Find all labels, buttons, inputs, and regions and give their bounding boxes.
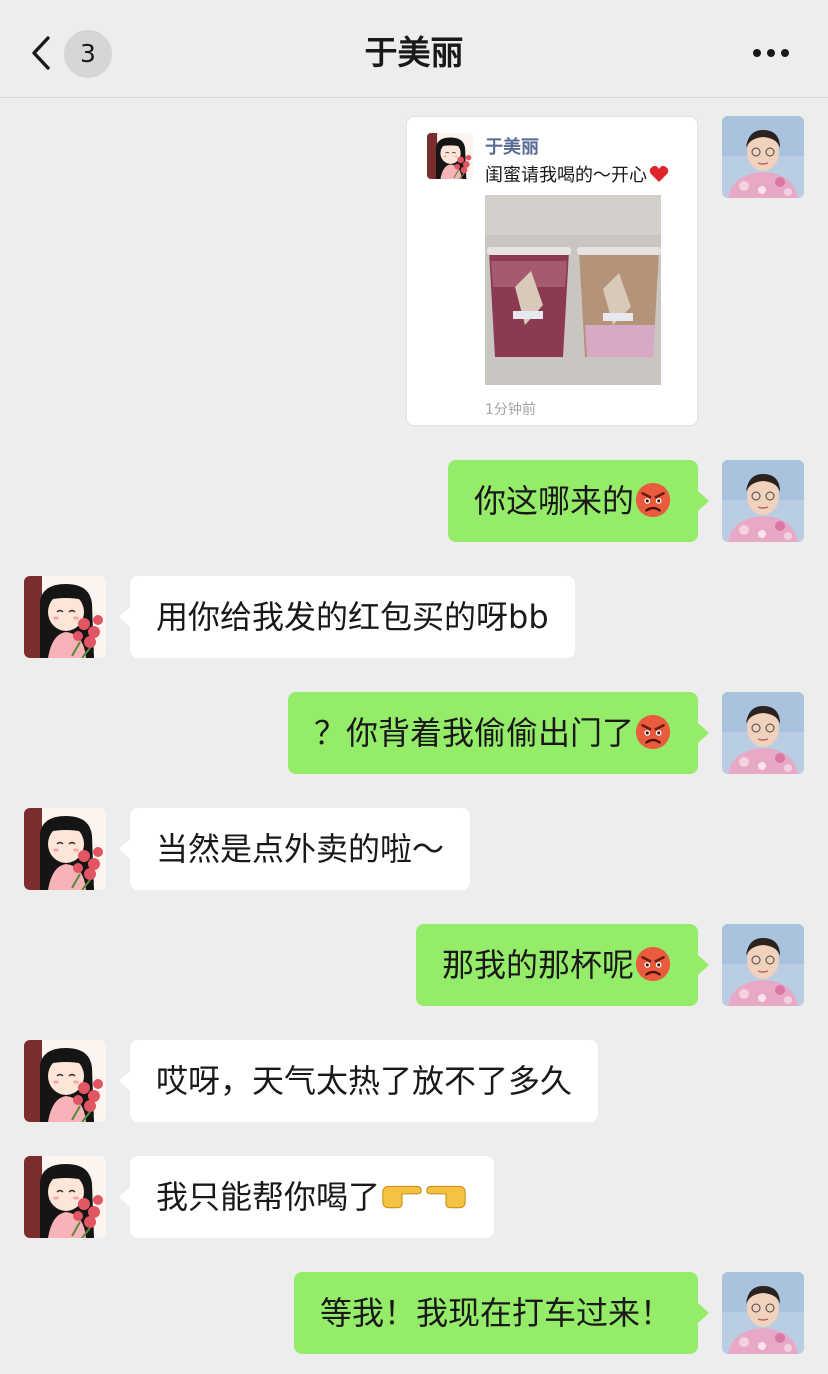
message-bubble-outgoing[interactable]: 等我！我现在打车过来！ xyxy=(293,1272,710,1354)
self-avatar[interactable] xyxy=(722,1272,804,1354)
angry-face-icon xyxy=(634,945,672,983)
back-chevron-icon[interactable] xyxy=(26,32,56,74)
angry-face-icon xyxy=(634,481,672,519)
message-bubble-incoming[interactable]: 用你给我发的红包买的呀bb xyxy=(119,576,575,658)
chat-header: 3 于美丽 xyxy=(0,0,828,98)
peer-avatar[interactable] xyxy=(24,1156,106,1238)
self-avatar[interactable] xyxy=(722,924,804,1006)
self-avatar[interactable] xyxy=(722,692,804,774)
unread-count-badge[interactable]: 3 xyxy=(64,30,112,78)
angry-face-icon xyxy=(634,713,672,751)
self-avatar[interactable] xyxy=(722,116,804,198)
more-options-icon[interactable] xyxy=(748,38,794,68)
peer-avatar[interactable] xyxy=(24,1040,106,1122)
message-bubble-incoming[interactable]: 我只能帮你喝了 xyxy=(118,1156,495,1238)
peer-avatar[interactable] xyxy=(24,808,106,890)
chat-title: 于美丽 xyxy=(364,33,464,72)
pointing-right-hand-icon xyxy=(380,1180,424,1212)
message-bubble-outgoing[interactable]: 你这哪来的 xyxy=(447,460,710,542)
moment-photo[interactable] xyxy=(485,195,661,385)
moment-author-name[interactable]: 于美丽 xyxy=(485,133,539,159)
shared-moment-card[interactable]: 于美丽 闺蜜请我喝的～开心 1分钟前 xyxy=(406,116,698,426)
pointing-left-hand-icon xyxy=(424,1180,468,1212)
red-heart-icon xyxy=(649,165,669,182)
message-bubble-incoming[interactable]: 哎呀，天气太热了放不了多久 xyxy=(118,1040,599,1122)
message-bubble-outgoing[interactable]: ？你背着我偷偷出门了 xyxy=(287,692,710,774)
moment-timestamp: 1分钟前 xyxy=(485,402,536,418)
peer-avatar[interactable] xyxy=(24,576,106,658)
moment-text: 闺蜜请我喝的～开心 xyxy=(485,161,669,187)
moment-author-avatar xyxy=(427,133,473,179)
message-bubble-outgoing[interactable]: 那我的那杯呢 xyxy=(415,924,710,1006)
self-avatar[interactable] xyxy=(722,460,804,542)
message-bubble-incoming[interactable]: 当然是点外卖的啦～ xyxy=(118,808,471,890)
